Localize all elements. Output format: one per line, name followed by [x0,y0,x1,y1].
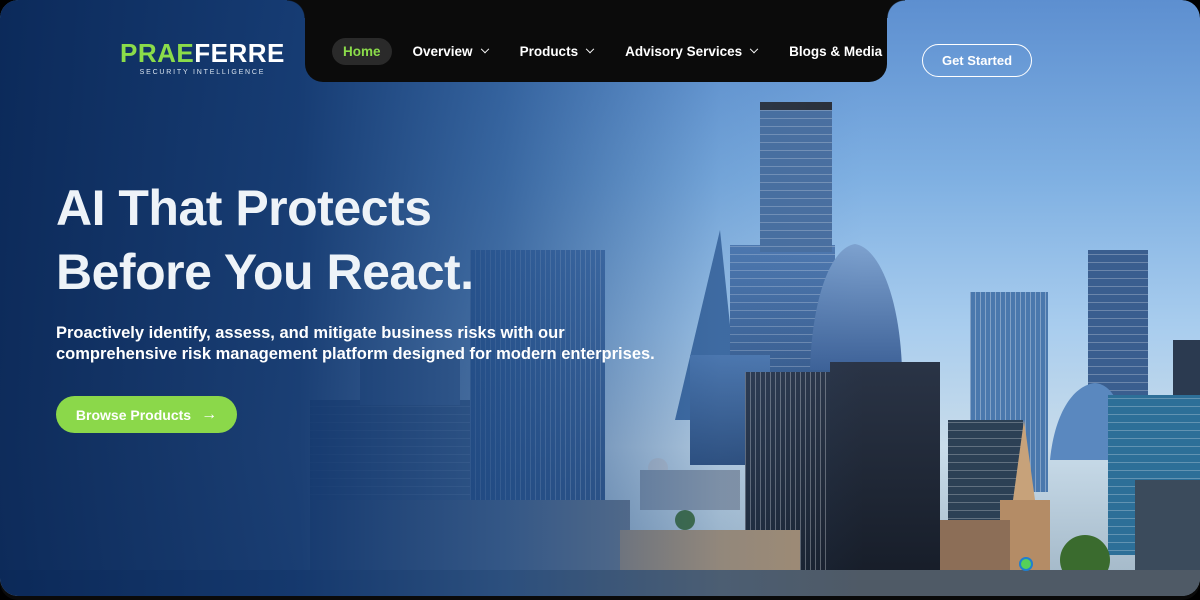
logo-text-part1: PRAE [120,38,195,68]
nav-item-label: Products [519,44,579,59]
carousel-indicator-dot[interactable] [1019,557,1033,571]
nav-item-products[interactable]: Products [509,38,605,65]
main-nav: Home Overview Products Advisory Services… [332,38,903,65]
chevron-down-icon [749,44,759,53]
nav-item-home[interactable]: Home [332,38,392,65]
arrow-right-icon: → [201,405,218,423]
browse-products-button[interactable]: Browse Products → [56,396,237,433]
logo-tagline: SECURITY INTELLIGENCE [139,69,266,76]
nav-item-label: Overview [412,44,473,59]
nav-item-label: Advisory Services [625,44,743,59]
hero-subtext: Proactively identify, assess, and mitiga… [56,323,696,365]
page-frame: PRAEFERRE SECURITY INTELLIGENCE Home Ove… [0,0,1200,600]
hero-subtext-line2: comprehensive risk management platform d… [56,345,655,363]
logo-wordmark: PRAEFERRE [120,40,285,66]
browse-products-label: Browse Products [75,406,192,423]
nav-item-label: Home [343,44,381,59]
hero-headline-line1: AI That Protects [56,180,432,236]
nav-item-overview[interactable]: Overview [402,38,499,65]
nav-item-label: Blogs & Media [789,44,883,59]
brand-logo[interactable]: PRAEFERRE SECURITY INTELLIGENCE [120,40,285,76]
get-started-button[interactable]: Get Started [922,44,1032,77]
logo-text-part2: FERRE [194,38,285,68]
nav-item-blogs-media[interactable]: Blogs & Media [778,38,893,65]
hero-headline-line2: Before You React. [56,244,474,300]
chevron-down-icon [480,44,489,53]
nav-item-advisory-services[interactable]: Advisory Services [614,38,768,65]
chevron-down-icon [585,44,595,53]
hero-subtext-line1: Proactively identify, assess, and mitiga… [56,324,565,342]
hero-headline: AI That Protects Before You React. [56,176,474,304]
